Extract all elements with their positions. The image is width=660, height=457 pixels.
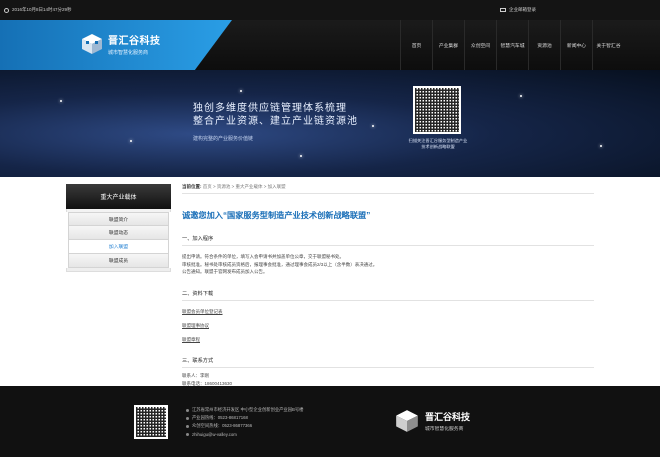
mail-icon (186, 433, 189, 437)
nav-item-maker-space[interactable]: 众创空间 (464, 20, 496, 70)
datetime-text: 2016年10月8日14时47分29秒 (12, 7, 72, 12)
breadcrumb-path[interactable]: 首页 > 资源池 > 重大产业载体 > 加入联盟 (203, 184, 286, 189)
datetime-display: 2016年10月8日14时47分29秒 (4, 7, 72, 13)
breadcrumb: 当前位置: 首页 > 资源池 > 重大产业载体 > 加入联盟 (182, 184, 594, 194)
section-heading-contact: 三、联系方式 (182, 357, 214, 364)
logo-tagline: 城市智慧化服务商 (108, 50, 149, 56)
qr-caption: 扫描关注晋汇谷服务型制造产业技术创新战略联盟 (408, 138, 468, 149)
footer-email[interactable]: zhihuigu@w-valley.com (192, 431, 237, 439)
footer-address: 江苏省常州市经济开发区 中小型企业创新创业产业园B号楼 (192, 407, 304, 412)
footer-phone-row: 产业园热线：0523-86817168 (186, 414, 303, 422)
nav-item-industry-cluster[interactable]: 产业集群 (432, 20, 464, 70)
procedure-text: 提出申请。符合条件的单位，填写入会申请书并加盖单位公章，交于联盟秘书处。 审核批… (182, 253, 594, 276)
procedure-step-2: 审核批准。秘书处审核成员资格后，报理事会批准，通过理事会成员2/3以上（含半数）… (182, 261, 378, 267)
logo-cube-icon (82, 34, 102, 54)
sidebar: 重大产业载体 联盟简介 联盟动态 加入联盟 联盟成员 (66, 184, 171, 272)
clock-icon (4, 7, 9, 13)
star-decoration (372, 125, 374, 127)
mail-login-label[interactable]: 企业邮箱登录 (509, 7, 536, 13)
download-link-agreement[interactable]: 联盟理事协议 (182, 323, 594, 329)
footer-tel-row: 众创空间热线：0523-86877366 (186, 422, 303, 430)
nav-item-about[interactable]: 关于智汇谷 (592, 20, 624, 70)
qr-code-icon (413, 86, 461, 134)
star-decoration (60, 100, 62, 102)
footer-logo[interactable]: 晋汇谷科技 城市智慧化服务商 (393, 408, 470, 434)
download-link-charter[interactable]: 联盟章程 (182, 337, 594, 343)
section-divider (182, 366, 594, 368)
nav-item-news[interactable]: 新闻中心 (560, 20, 592, 70)
mail-icon (500, 8, 506, 12)
page-title: 诚邀您加入“国家服务型制造产业技术创新战略联盟” (182, 211, 371, 220)
star-decoration (300, 155, 302, 157)
procedure-step-1: 提出申请。符合条件的单位，填写入会申请书并加盖单位公章，交于联盟秘书处。 (182, 254, 344, 259)
hero-banner: 独创多维度供应链管理体系梳理 整合产业资源、建立产业链资源池 建构完整的产业服务… (0, 70, 660, 177)
banner-headline-2: 整合产业资源、建立产业链资源池 (193, 116, 358, 127)
site-logo[interactable]: 晋汇谷科技 城市智慧化服务商 (80, 32, 161, 56)
section-divider (182, 245, 594, 246)
footer-logo-tagline: 城市智慧化服务商 (425, 427, 464, 432)
footer-address-row: 江苏省常州市经济开发区 中小型企业创新创业产业园B号楼 (186, 406, 303, 414)
sidebar-item-join[interactable]: 加入联盟 (68, 240, 169, 254)
footer-tel: 众创空间热线：0523-86877366 (192, 423, 253, 429)
mail-login-link[interactable]: 企业邮箱登录 (500, 7, 536, 13)
star-decoration (240, 90, 242, 92)
sidebar-item-intro[interactable]: 联盟简介 (68, 212, 169, 226)
footer-logo-cube-icon (396, 410, 418, 432)
sidebar-footer (66, 268, 171, 272)
footer-phone: 产业园热线：0523-86817168 (192, 415, 248, 421)
banner-subline: 建构完整的产业服务价值链 (193, 136, 254, 142)
download-link-registration-form[interactable]: 联盟会员单位登记表 (182, 309, 594, 315)
section-heading-procedure: 一、加入程序 (182, 236, 214, 242)
main-nav: 首页 产业集群 众创空间 智慧汽车城 资源池 新闻中心 关于智汇谷 (400, 20, 624, 70)
footer-qr-code-icon (134, 405, 168, 439)
footer-info: 江苏省常州市经济开发区 中小型企业创新创业产业园B号楼 产业园热线：0523-8… (186, 406, 303, 439)
phone-icon (186, 416, 189, 420)
contact-person: 联系人：李刚 (182, 372, 209, 378)
site-header: 晋汇谷科技 城市智慧化服务商 首页 产业集群 众创空间 智慧汽车城 资源池 新闻… (0, 20, 660, 70)
phone-icon (186, 425, 189, 428)
footer-logo-name: 晋汇谷科技 (425, 412, 471, 422)
procedure-step-3: 公告通知。联盟于官网发布成员加入公告。 (182, 269, 268, 274)
nav-item-resource-pool[interactable]: 资源池 (528, 20, 560, 70)
section-heading-downloads: 二、资料下载 (182, 290, 214, 297)
site-footer: 江苏省常州市经济开发区 中小型企业创新创业产业园B号楼 产业园热线：0523-8… (0, 386, 660, 457)
top-bar: 2016年10月8日14时47分29秒 企业邮箱登录 (0, 0, 660, 20)
nav-item-smart-auto-city[interactable]: 智慧汽车城 (496, 20, 528, 70)
main-content: 当前位置: 首页 > 资源池 > 重大产业载体 > 加入联盟 诚邀您加入“国家服… (182, 184, 594, 404)
nav-item-home[interactable]: 首页 (400, 20, 432, 70)
section-divider (182, 299, 594, 301)
star-decoration (600, 145, 602, 147)
star-decoration (520, 95, 522, 97)
sidebar-title: 重大产业载体 (66, 184, 171, 209)
star-decoration (130, 140, 132, 142)
footer-email-row: zhihuigu@w-valley.com (186, 431, 303, 439)
logo-name: 晋汇谷科技 (108, 36, 161, 47)
location-icon (186, 408, 189, 412)
breadcrumb-prefix: 当前位置: (182, 184, 202, 189)
sidebar-item-news[interactable]: 联盟动态 (68, 226, 169, 240)
sidebar-item-members[interactable]: 联盟成员 (68, 254, 169, 268)
